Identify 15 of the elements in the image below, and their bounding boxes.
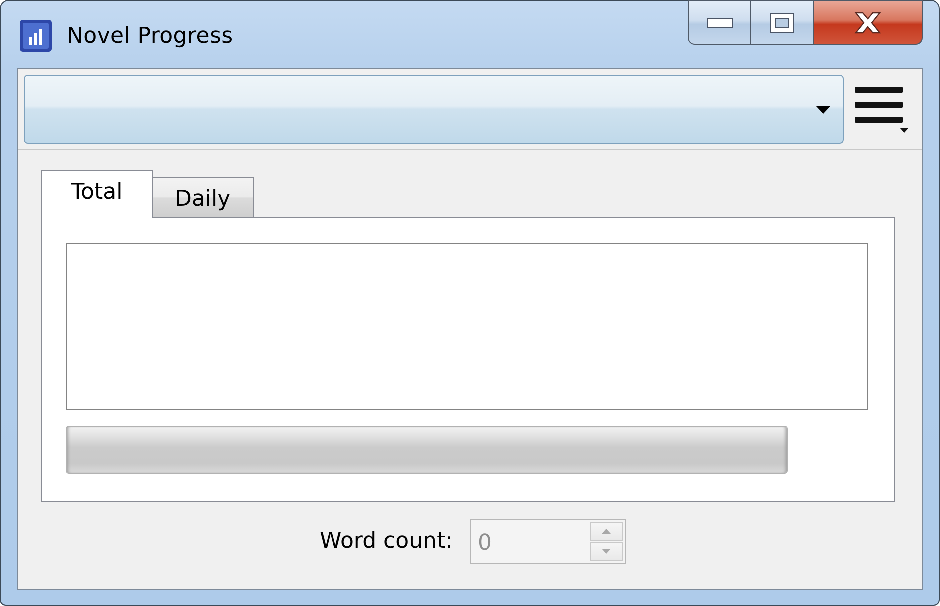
close-icon — [854, 12, 882, 34]
close-button[interactable] — [814, 0, 923, 45]
bar-chart-icon — [20, 20, 52, 52]
menu-icon — [855, 86, 909, 134]
up-arrow-icon — [602, 529, 612, 534]
window-title: Novel Progress — [67, 24, 234, 48]
maximize-icon — [770, 12, 794, 32]
maximize-button[interactable] — [751, 0, 814, 45]
tab[interactable]: Total — [41, 170, 153, 218]
minimize-button[interactable] — [688, 0, 751, 45]
down-arrow-icon — [602, 549, 612, 554]
word-count-label: Word count: — [320, 529, 454, 554]
minimize-icon — [706, 18, 732, 28]
tab[interactable]: Daily — [152, 177, 254, 218]
dropdown-arrow-icon — [816, 106, 831, 114]
